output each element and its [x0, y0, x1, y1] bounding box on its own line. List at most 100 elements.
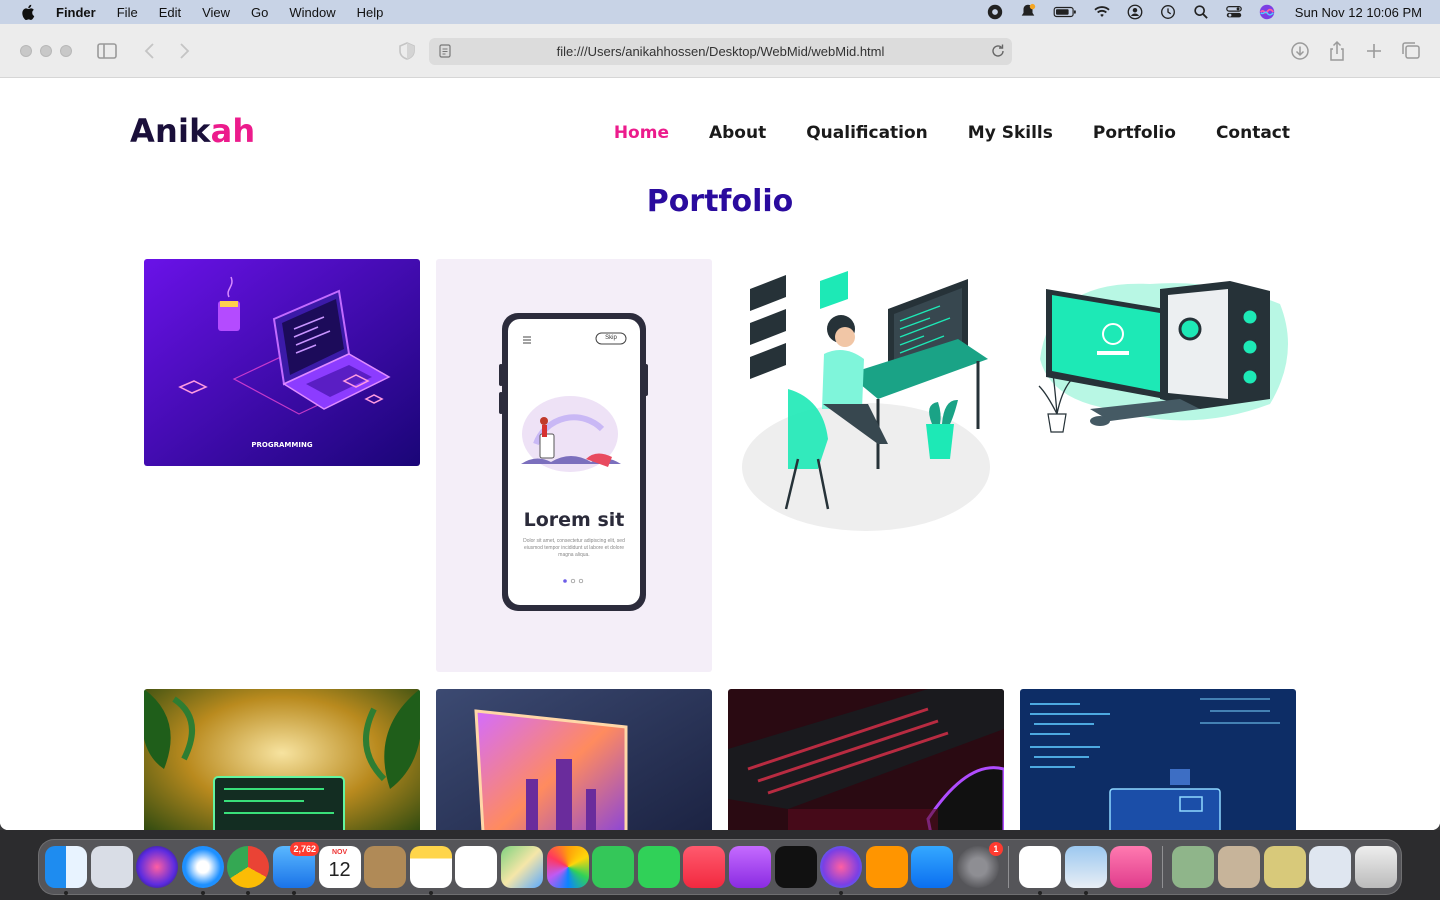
menubar-status-area: Sun Nov 12 10:06 PM [986, 0, 1422, 24]
safari-icon[interactable] [181, 846, 224, 895]
sidebar-toggle-icon[interactable] [96, 40, 118, 62]
portfolio-card-computer[interactable] [1020, 259, 1296, 444]
apple-tv-icon[interactable] [774, 846, 817, 888]
notes-icon[interactable] [409, 846, 452, 895]
portfolio-card-jungle-setup[interactable] [144, 689, 420, 830]
downloads-icon[interactable] [1289, 40, 1311, 62]
new-tab-icon[interactable] [1363, 40, 1385, 62]
running-indicator [246, 891, 251, 895]
apple-logo-icon[interactable] [20, 3, 38, 21]
card-caption: PROGRAMMING [251, 441, 313, 449]
menu-edit[interactable]: Edit [159, 5, 181, 20]
running-indicator [1083, 891, 1088, 895]
nav-qualification[interactable]: Qualification [806, 123, 928, 143]
facetime-icon[interactable] [637, 846, 680, 888]
logo-main: Anik [130, 112, 211, 150]
running-indicator [200, 891, 205, 895]
folder-icon[interactable] [1263, 846, 1306, 888]
url-text[interactable]: file:///Users/anikahhossen/Desktop/WebMi… [557, 44, 885, 59]
photos-icon[interactable] [546, 846, 589, 888]
browser-toolbar: file:///Users/anikahhossen/Desktop/WebMi… [0, 24, 1440, 78]
zoom-window-button[interactable] [60, 45, 72, 57]
reload-icon[interactable] [990, 43, 1006, 59]
mail-badge: 2,762 [290, 842, 319, 856]
time-machine-icon[interactable] [1159, 3, 1177, 21]
portfolio-card-programming[interactable]: PROGRAMMING [144, 259, 420, 466]
back-arrow-icon[interactable] [139, 40, 161, 62]
messenger-icon[interactable] [820, 846, 863, 895]
close-window-button[interactable] [20, 45, 32, 57]
site-logo[interactable]: Anikah [130, 112, 255, 150]
share-icon[interactable] [1326, 40, 1348, 62]
folder-icon[interactable] [1172, 846, 1215, 888]
running-indicator [291, 891, 296, 895]
books-icon[interactable] [865, 846, 908, 888]
running-indicator [1038, 891, 1043, 895]
calendar-icon[interactable]: NOV 12 [318, 846, 361, 888]
app-store-icon[interactable] [911, 846, 954, 888]
cleanmymac-icon[interactable] [1110, 846, 1153, 888]
menu-app-name[interactable]: Finder [56, 5, 96, 20]
folder-icon[interactable] [1218, 846, 1261, 888]
phone-body-text: Dolor sit amet, consectetur adipiscing e… [523, 538, 625, 558]
podcasts-icon[interactable] [728, 846, 771, 888]
launchpad-icon[interactable] [90, 846, 133, 888]
vscode-icon[interactable] [1019, 846, 1062, 895]
system-settings-icon[interactable]: 1 [956, 842, 1003, 888]
portfolio-title: Portfolio [646, 184, 794, 219]
battery-icon[interactable] [1052, 3, 1078, 21]
nav-home[interactable]: Home [614, 123, 669, 143]
wifi-icon[interactable] [1093, 3, 1111, 21]
phone-title: Lorem sit [523, 509, 625, 531]
portfolio-card-developer[interactable] [728, 259, 1004, 549]
menu-file[interactable]: File [117, 5, 138, 20]
portfolio-card-neon-monitor[interactable] [436, 689, 712, 830]
siri-icon[interactable] [136, 846, 179, 888]
finder-icon[interactable] [45, 846, 87, 895]
messages-icon[interactable] [592, 846, 635, 888]
folder-icon[interactable] [1309, 846, 1352, 888]
menu-go[interactable]: Go [251, 5, 268, 20]
chrome-icon[interactable] [227, 846, 270, 895]
nav-portfolio[interactable]: Portfolio [1093, 123, 1176, 143]
dock-separator [1161, 846, 1163, 888]
control-center-icon[interactable] [1225, 3, 1243, 21]
nav-about[interactable]: About [709, 123, 766, 143]
calendar-month: NOV [331, 849, 348, 856]
running-indicator [839, 891, 844, 895]
menu-view[interactable]: View [202, 5, 230, 20]
menubar-clock[interactable]: Sun Nov 12 10:06 PM [1295, 5, 1422, 20]
portfolio-card-mobile-app[interactable]: Skip Lorem sit Dolor sit amet, consectet… [436, 259, 712, 672]
reminders-icon[interactable] [455, 846, 498, 888]
tab-overview-icon[interactable] [1400, 40, 1422, 62]
settings-badge: 1 [988, 842, 1003, 856]
window-controls [20, 45, 72, 57]
notification-bell-icon[interactable] [1019, 3, 1037, 21]
logo-accent: ah [210, 112, 256, 150]
contacts-icon[interactable] [364, 846, 407, 888]
portfolio-card-code-screen[interactable] [1020, 689, 1296, 830]
maps-icon[interactable] [500, 846, 543, 888]
spotlight-search-icon[interactable] [1192, 3, 1210, 21]
running-indicator [64, 891, 68, 895]
nav-contact[interactable]: Contact [1216, 123, 1290, 143]
nav-my-skills[interactable]: My Skills [968, 123, 1053, 143]
music-icon[interactable] [683, 846, 726, 888]
privacy-shield-icon[interactable] [396, 40, 418, 62]
minimize-window-button[interactable] [40, 45, 52, 57]
preview-icon[interactable] [1064, 846, 1107, 895]
rgb-keyboard-image [728, 689, 1004, 830]
mail-icon[interactable]: 2,762 [272, 842, 319, 895]
user-icon[interactable] [1126, 3, 1144, 21]
portfolio-card-rgb-keyboard[interactable] [728, 689, 1004, 830]
menu-window[interactable]: Window [289, 5, 335, 20]
trash-icon[interactable] [1354, 846, 1397, 888]
chrome-icon[interactable] [986, 3, 1004, 21]
forward-arrow-icon[interactable] [173, 40, 195, 62]
address-bar[interactable]: file:///Users/anikahhossen/Desktop/WebMi… [429, 38, 1012, 65]
menu-help[interactable]: Help [357, 5, 384, 20]
siri-icon[interactable] [1258, 3, 1276, 21]
site-nav: Home About Qualification My Skills Portf… [614, 123, 1290, 143]
phone-skip-button: Skip [605, 335, 617, 341]
running-indicator [428, 891, 433, 895]
